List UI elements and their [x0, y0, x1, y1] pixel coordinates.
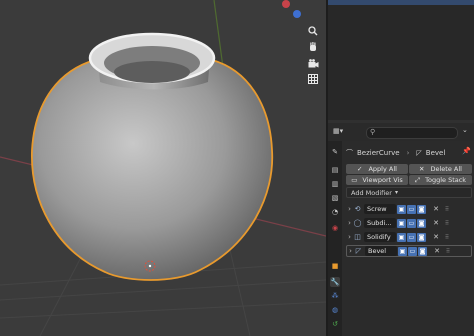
edit-mode-icon[interactable]: ▣ [398, 246, 407, 256]
outliner-selected-row[interactable] [328, 0, 474, 5]
remove-modifier-icon[interactable]: ✕ [431, 219, 441, 227]
expand-chevron-icon[interactable]: › [347, 247, 354, 255]
render-tab-icon[interactable]: ▤ [330, 165, 340, 175]
viewport-display-icon[interactable]: ▭ [407, 218, 416, 228]
render-camera-icon[interactable]: ◙ [417, 204, 426, 214]
output-tab-icon[interactable]: ▥ [330, 179, 340, 189]
dropdown-arrow-icon: ▾ [394, 189, 398, 196]
modifier-name-field[interactable]: Solidify [364, 232, 396, 242]
render-camera-icon[interactable]: ◙ [417, 232, 426, 242]
modifier-row-subdivision[interactable]: › ◯ Subdi... ▣ ▭ ◙ ✕ ⠿ [346, 217, 472, 229]
properties-tab-bar: ✎ ▤ ▥ ▧ ◔ ◉ ■ 🔧 ⁂ ◍ ↺ [328, 141, 342, 336]
properties-header: ▦▾ ⚲ ⌄ [328, 123, 474, 141]
world-tab-icon[interactable]: ◉ [330, 223, 340, 233]
properties-editor: ▦▾ ⚲ ⌄ ✎ ▤ ▥ ▧ ◔ ◉ ■ 🔧 ⁂ ◍ ↺ ⌒ BezierCur… [328, 123, 474, 336]
camera-icon[interactable] [304, 57, 322, 71]
editor-type-icon[interactable]: ▦▾ [333, 127, 343, 135]
toggle-stack-button[interactable]: ⤢ Toggle Stack [409, 175, 472, 185]
breadcrumb-separator: › [406, 149, 410, 157]
viewport-vis-button[interactable]: ▭ Viewport Vis [346, 175, 408, 185]
expand-chevron-icon[interactable]: › [346, 219, 353, 227]
drag-handle-icon[interactable]: ⠿ [443, 206, 451, 213]
modifier-tab-icon[interactable]: 🔧 [330, 277, 340, 287]
physics-tab-icon[interactable]: ◍ [330, 305, 340, 315]
modifier-row-bevel[interactable]: › ◸ Bevel ▣ ▭ ◙ ✕ ⠿ [346, 245, 472, 257]
expand-chevron-icon[interactable]: › [346, 233, 353, 241]
pin-icon[interactable]: 📌 [462, 147, 471, 155]
drag-handle-icon[interactable]: ⠿ [443, 220, 451, 227]
breadcrumb-modifier: Bevel [425, 149, 446, 157]
edit-mode-icon[interactable]: ▣ [397, 218, 406, 228]
view-layer-tab-icon[interactable]: ▧ [330, 193, 340, 203]
scene-canvas[interactable] [0, 0, 326, 336]
delete-all-button[interactable]: ✕ Delete All [409, 164, 472, 174]
edit-mode-icon[interactable]: ▣ [397, 204, 406, 214]
breadcrumb-object: BezierCurve [357, 149, 400, 157]
scene-tab-icon[interactable]: ◔ [330, 207, 340, 217]
bevel-icon: ◸ [416, 149, 422, 157]
expand-chevron-icon[interactable]: › [346, 205, 353, 213]
vase-body[interactable] [31, 59, 274, 281]
modifier-properties: ⌒ BezierCurve › ◸ Bevel 📌 ✓ Apply All ✕ De… [342, 141, 474, 336]
monitor-icon: ▭ [351, 176, 358, 184]
modifier-row-screw[interactable]: › ⟲ Screw ▣ ▭ ◙ ✕ ⠿ [346, 203, 472, 215]
modifier-name-field[interactable]: Bevel [365, 246, 397, 256]
magnifier-icon[interactable] [304, 24, 322, 38]
properties-search-input[interactable]: ⚲ [366, 127, 458, 139]
close-icon: ✕ [419, 165, 425, 173]
collapse-chevron-icon[interactable]: ⌄ [462, 126, 468, 134]
hand-icon[interactable] [304, 40, 322, 54]
drag-handle-icon[interactable]: ⠿ [444, 248, 452, 255]
viewport-display-icon[interactable]: ▭ [407, 204, 416, 214]
tool-tab-icon[interactable]: ✎ [330, 147, 340, 157]
modifier-name-field[interactable]: Screw [364, 204, 396, 214]
drag-handle-icon[interactable]: ⠿ [443, 234, 451, 241]
remove-modifier-icon[interactable]: ✕ [431, 233, 441, 241]
outliner-panel [328, 0, 474, 120]
vase-interior [114, 61, 190, 83]
apply-all-button[interactable]: ✓ Apply All [346, 164, 408, 174]
expand-icon: ⤢ [414, 175, 421, 184]
curve-icon: ⌒ [346, 149, 353, 157]
modifier-name-field[interactable]: Subdi... [364, 218, 396, 228]
search-icon: ⚲ [370, 128, 376, 136]
checkmark-icon: ✓ [357, 165, 363, 173]
solidify-modifier-icon: ◫ [354, 233, 361, 241]
object-tab-icon[interactable]: ■ [330, 261, 340, 271]
bevel-modifier-icon: ◸ [355, 247, 362, 255]
add-modifier-dropdown[interactable]: Add Modifier ▾ [346, 187, 472, 198]
edit-mode-icon[interactable]: ▣ [397, 232, 406, 242]
render-camera-icon[interactable]: ◙ [417, 218, 426, 228]
viewport-display-icon[interactable]: ▭ [408, 246, 417, 256]
remove-modifier-icon[interactable]: ✕ [432, 247, 442, 255]
constraint-tab-icon[interactable]: ↺ [330, 319, 340, 329]
modifier-row-solidify[interactable]: › ◫ Solidify ▣ ▭ ◙ ✕ ⠿ [346, 231, 472, 243]
screw-modifier-icon: ⟲ [354, 205, 361, 213]
3d-viewport[interactable] [0, 0, 326, 336]
particles-tab-icon[interactable]: ⁂ [330, 291, 340, 301]
gizmo-z-dot[interactable] [293, 10, 301, 18]
breadcrumb: ⌒ BezierCurve › ◸ Bevel [346, 146, 445, 160]
gizmo-x-dot[interactable] [282, 0, 290, 8]
render-camera-icon[interactable]: ◙ [418, 246, 427, 256]
viewport-display-icon[interactable]: ▭ [407, 232, 416, 242]
subdivision-modifier-icon: ◯ [353, 219, 362, 227]
remove-modifier-icon[interactable]: ✕ [431, 205, 441, 213]
grid-icon[interactable] [304, 72, 322, 86]
